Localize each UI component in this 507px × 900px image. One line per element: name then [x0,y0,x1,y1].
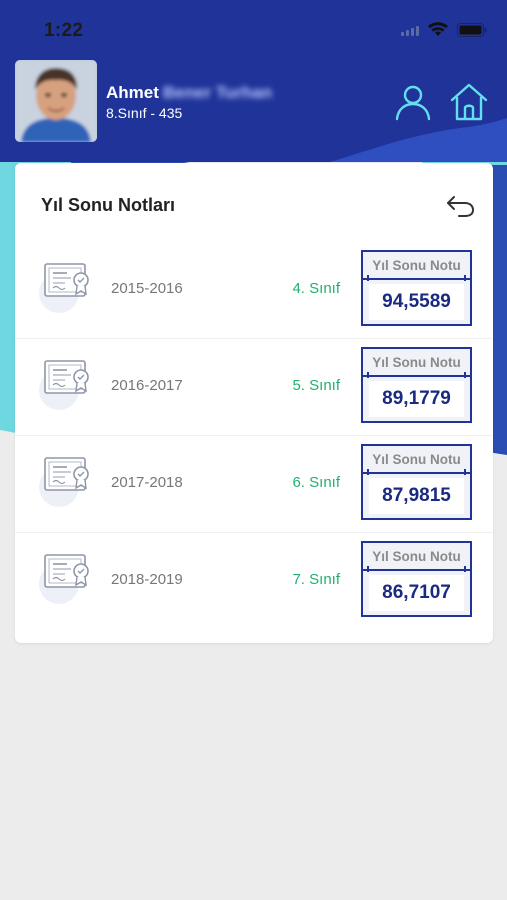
grade-level: 5. Sınıf [292,377,340,394]
grade-row[interactable]: 2015-2016 4. Sınıf Yıl Sonu Notu 94,5589 [15,242,493,339]
score-box: Yıl Sonu Notu 86,7107 [361,541,472,617]
back-button[interactable] [445,193,475,219]
status-time: 1:22 [44,20,84,41]
school-year: 2018-2019 [111,571,183,588]
grade-row[interactable]: 2017-2018 6. Sınıf Yıl Sonu Notu 87,9815 [15,436,493,533]
score-value-box: 87,9815 [369,478,464,514]
score-value: 89,1779 [382,388,451,409]
score-value: 86,7107 [382,582,451,603]
school-year: 2017-2018 [111,474,183,491]
profile-button[interactable] [393,82,433,122]
grade-row[interactable]: 2016-2017 5. Sınıf Yıl Sonu Notu 89,1779 [15,339,493,436]
score-box: Yıl Sonu Notu 94,5589 [361,250,472,326]
score-label: Yıl Sonu Notu [372,355,461,370]
school-year: 2016-2017 [111,377,183,394]
grade-level: 4. Sınıf [292,280,340,297]
score-label: Yıl Sonu Notu [372,452,461,467]
score-box: Yıl Sonu Notu 87,9815 [361,444,472,520]
user-class-info: 8.Sınıf - 435 [106,105,183,121]
grade-row[interactable]: 2018-2019 7. Sınıf Yıl Sonu Notu 86,7107 [15,533,493,630]
year-end-grades-card: Yıl Sonu Notları 2015-2016 4. Sınıf Yıl … [15,163,493,643]
grade-level: 6. Sınıf [292,474,340,491]
home-button[interactable] [449,82,489,122]
avatar-image [15,60,97,142]
profile-header: Ahmet Bener Turhan 8.Sınıf - 435 [0,58,507,163]
certificate-icon [39,457,89,507]
certificate-icon [39,554,89,604]
score-divider [363,469,470,475]
score-label: Yıl Sonu Notu [372,258,461,273]
score-divider [363,372,470,378]
undo-arrow-icon [447,196,475,217]
score-value: 94,5589 [382,291,451,312]
signal-icon [401,24,419,36]
score-value-box: 89,1779 [369,381,464,417]
school-year: 2015-2016 [111,280,183,297]
certificate-icon [39,263,89,313]
score-label: Yıl Sonu Notu [372,549,461,564]
status-icons [401,22,487,37]
home-icon [450,83,488,121]
grade-level: 7. Sınıf [292,571,340,588]
score-value-box: 94,5589 [369,284,464,320]
avatar[interactable] [15,60,97,142]
user-first-name: Ahmet [106,83,159,102]
score-divider [363,566,470,572]
battery-icon [457,22,487,37]
profile-icon [395,85,431,121]
user-name: Ahmet Bener Turhan [106,83,272,103]
wifi-icon [428,22,448,36]
score-divider [363,275,470,281]
score-value-box: 86,7107 [369,575,464,611]
score-value: 87,9815 [382,485,451,506]
user-last-name: Bener Turhan [162,83,273,102]
certificate-icon [39,360,89,410]
page-title: Yıl Sonu Notları [41,195,176,215]
score-box: Yıl Sonu Notu 89,1779 [361,347,472,423]
status-bar: 1:22 [0,0,507,58]
grades-list: 2015-2016 4. Sınıf Yıl Sonu Notu 94,5589 [15,242,493,630]
